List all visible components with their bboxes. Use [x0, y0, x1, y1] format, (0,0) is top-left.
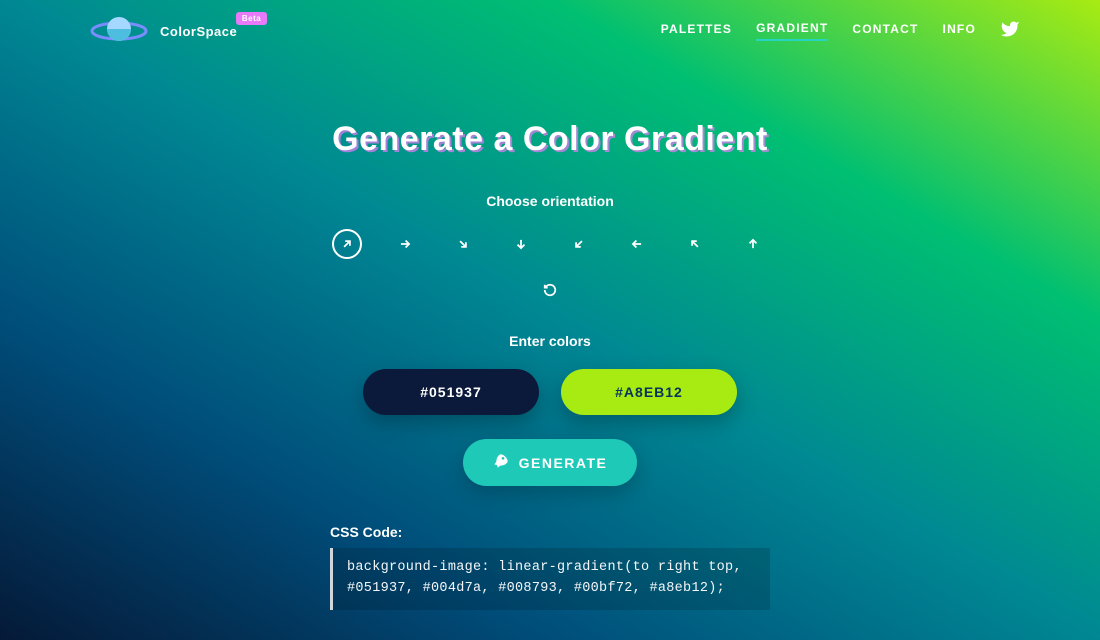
arrow-top-right-icon[interactable] — [332, 229, 362, 259]
header: ColorSpace Beta PALETTES GRADIENT CONTAC… — [0, 0, 1100, 62]
arrow-top-left-icon[interactable] — [680, 229, 710, 259]
arrow-bottom-left-icon[interactable] — [564, 229, 594, 259]
arrow-left-icon[interactable] — [622, 229, 652, 259]
generate-button[interactable]: GENERATE — [463, 439, 638, 486]
main: Generate a Color Gradient Choose orienta… — [0, 62, 1100, 610]
css-output: CSS Code: background-image: linear-gradi… — [330, 524, 770, 610]
arrow-right-icon[interactable] — [390, 229, 420, 259]
rocket-icon — [493, 453, 509, 472]
arrow-top-icon[interactable] — [738, 229, 768, 259]
color-input-1[interactable]: #051937 — [363, 369, 539, 415]
colors-label: Enter colors — [0, 333, 1100, 349]
generate-row: GENERATE — [0, 439, 1100, 486]
orientation-picker — [0, 229, 1100, 259]
nav-palettes[interactable]: PALETTES — [661, 22, 732, 40]
brand-name: ColorSpace Beta — [160, 24, 237, 39]
page-title: Generate a Color Gradient — [0, 120, 1100, 159]
logo-icon — [90, 12, 148, 50]
generate-label: GENERATE — [519, 455, 608, 471]
arrow-bottom-right-icon[interactable] — [448, 229, 478, 259]
arrow-bottom-icon[interactable] — [506, 229, 536, 259]
brand-text: ColorSpace — [160, 24, 237, 39]
brand: ColorSpace Beta — [90, 12, 237, 50]
beta-badge: Beta — [236, 12, 267, 25]
nav-gradient[interactable]: GRADIENT — [756, 21, 828, 41]
twitter-icon[interactable] — [1000, 19, 1020, 44]
nav-info[interactable]: INFO — [943, 22, 976, 40]
rotate-row — [0, 275, 1100, 305]
rotate-icon[interactable] — [535, 275, 565, 305]
css-label: CSS Code: — [330, 524, 770, 540]
color-input-2[interactable]: #A8EB12 — [561, 369, 737, 415]
orientation-label: Choose orientation — [0, 193, 1100, 209]
nav: PALETTES GRADIENT CONTACT INFO — [661, 19, 1020, 44]
color-inputs: #051937 #A8EB12 — [0, 369, 1100, 415]
nav-contact[interactable]: CONTACT — [852, 22, 918, 40]
css-code[interactable]: background-image: linear-gradient(to rig… — [330, 548, 770, 610]
